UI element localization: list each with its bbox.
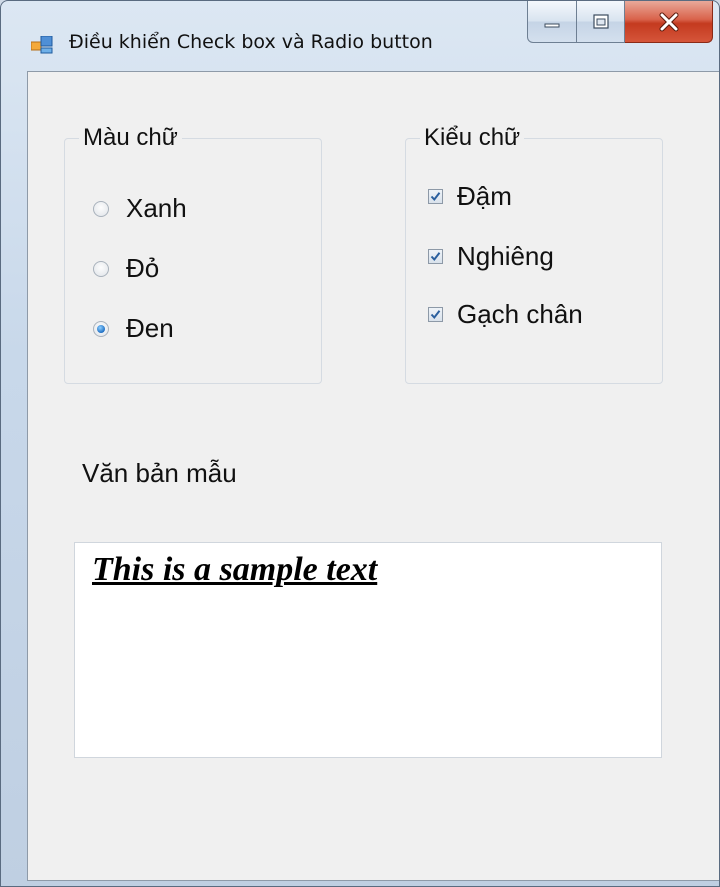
maximize-icon: [592, 13, 609, 29]
maximize-button[interactable]: [577, 1, 625, 43]
checkbox-box: [428, 307, 443, 322]
checkbox-italic[interactable]: Nghiêng: [428, 241, 554, 272]
title-bar[interactable]: Điều khiển Check box và Radio button: [1, 1, 719, 73]
style-group: Kiểu chữ Đậm Nghiêng Gạch chân: [405, 123, 663, 384]
close-button[interactable]: [625, 1, 713, 43]
radio-circle: [93, 200, 109, 217]
radio-label: Đỏ: [126, 253, 160, 283]
checkbox-bold[interactable]: Đậm: [428, 181, 512, 212]
window-title: Điều khiển Check box và Radio button: [69, 31, 433, 53]
checkbox-underline[interactable]: Gạch chân: [428, 299, 583, 330]
close-icon: [659, 12, 678, 31]
check-icon: [430, 192, 441, 202]
sample-caption: Văn bản mẫu: [82, 458, 237, 488]
sample-text: This is a sample text: [92, 551, 378, 588]
app-form-icon: [31, 36, 53, 54]
checkbox-box: [428, 249, 443, 264]
radio-den[interactable]: Đen: [93, 313, 174, 344]
checkbox-label: Nghiêng: [457, 241, 554, 271]
checkbox-label: Đậm: [457, 181, 512, 211]
check-icon: [430, 252, 441, 262]
radio-circle: [93, 260, 109, 277]
minimize-icon: [544, 23, 560, 27]
checkbox-label: Gạch chân: [457, 299, 583, 329]
radio-circle-selected: [93, 320, 109, 337]
radio-label: Đen: [126, 313, 174, 343]
radio-label: Xanh: [126, 193, 187, 223]
window-controls: [527, 1, 713, 45]
sample-text-box[interactable]: This is a sample text: [74, 542, 662, 758]
form-client-area: Màu chữ Xanh Đỏ Đen Kiểu chữ Đậm Nghiêng…: [27, 71, 719, 881]
app-window: Điều khiển Check box và Radio button Màu…: [0, 0, 720, 887]
color-group: Màu chữ Xanh Đỏ Đen: [64, 123, 322, 384]
check-icon: [430, 310, 441, 320]
minimize-button[interactable]: [527, 1, 577, 43]
color-group-label: Màu chữ: [79, 123, 182, 153]
checkbox-box: [428, 189, 443, 204]
radio-do[interactable]: Đỏ: [93, 253, 159, 284]
style-group-label: Kiểu chữ: [420, 123, 525, 153]
radio-xanh[interactable]: Xanh: [93, 193, 187, 224]
